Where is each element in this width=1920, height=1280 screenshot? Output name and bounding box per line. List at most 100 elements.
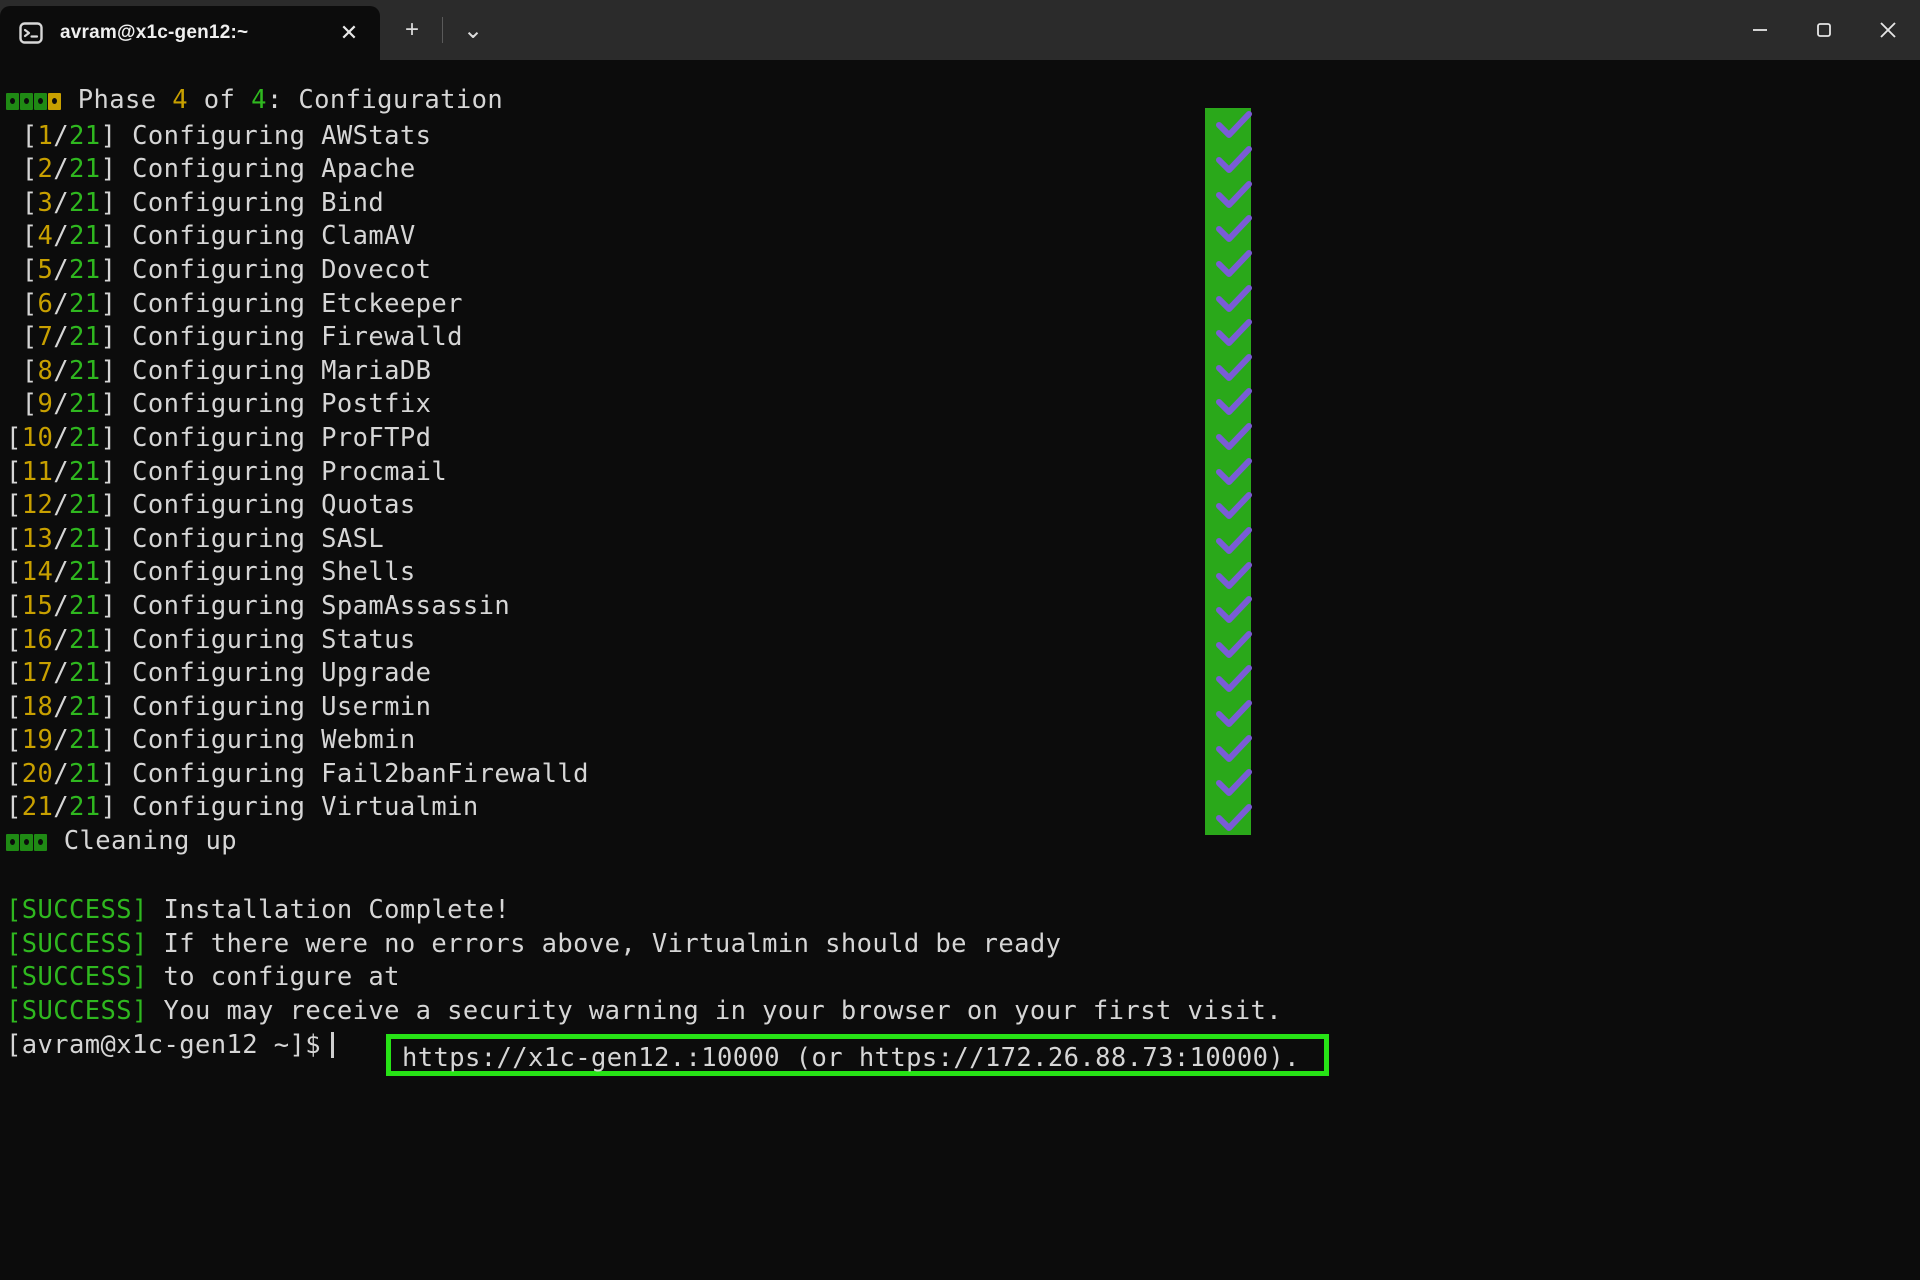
step-bracket-close: ]	[100, 187, 133, 218]
step-separator: /	[53, 187, 70, 218]
step-bracket-close: ]	[100, 355, 133, 386]
step-component-name: AWStats	[321, 120, 432, 151]
check-icon	[1215, 284, 1257, 315]
phase-total: 4	[251, 85, 267, 115]
configuration-step-row: [15/21] Configuring SpamAssassin	[6, 590, 1920, 624]
step-index: 9	[37, 389, 54, 420]
step-separator: /	[53, 221, 70, 252]
configuration-step-row: [19/21] Configuring Webmin	[6, 724, 1920, 758]
check-icon	[1215, 180, 1257, 211]
step-bracket-close: ]	[100, 658, 133, 689]
progress-block	[34, 834, 47, 852]
step-action-label: Configuring	[132, 288, 322, 319]
configuration-step-row: [16/21] Configuring Status	[6, 624, 1920, 658]
step-bracket-open: [	[6, 389, 38, 420]
terminal-tab[interactable]: avram@x1c-gen12:~ ✕	[0, 6, 380, 60]
step-bracket-close: ]	[100, 322, 133, 353]
tab-close-icon[interactable]: ✕	[332, 16, 366, 50]
window-titlebar: avram@x1c-gen12:~ ✕ + ⌄	[0, 0, 1920, 60]
step-total: 21	[69, 792, 101, 823]
check-icon	[1215, 803, 1257, 834]
step-bracket-open: [	[6, 490, 22, 521]
step-separator: /	[53, 154, 70, 185]
success-message-1: Installation Complete!	[163, 895, 511, 926]
step-bracket-close: ]	[100, 422, 133, 453]
step-bracket-close: ]	[100, 221, 133, 252]
step-action-label: Configuring	[132, 691, 322, 722]
step-action-label: Configuring	[132, 490, 322, 521]
new-tab-button[interactable]: +	[390, 8, 434, 52]
step-total: 21	[69, 389, 101, 420]
check-icon	[1215, 665, 1257, 695]
tabstrip-divider	[442, 17, 443, 43]
step-index: 18	[21, 691, 54, 722]
success-tag: [SUCCESS]	[6, 928, 148, 959]
step-component-name: MariaDB	[321, 355, 432, 386]
step-action-label: Configuring	[132, 254, 322, 285]
step-index: 16	[21, 624, 54, 655]
step-bracket-open: [	[6, 758, 22, 789]
check-icon	[1215, 319, 1257, 349]
progress-check-column	[1205, 108, 1252, 835]
step-total: 21	[69, 422, 101, 453]
progress-block	[6, 834, 19, 852]
step-action-label: Configuring	[132, 221, 322, 252]
step-total: 21	[69, 456, 101, 487]
progress-block	[20, 93, 33, 110]
step-index: 17	[21, 658, 54, 689]
step-bracket-close: ]	[100, 691, 133, 722]
step-component-name: Etckeeper	[321, 288, 463, 319]
step-bracket-close: ]	[100, 490, 133, 521]
step-component-name: Bind	[321, 187, 385, 218]
step-total: 21	[69, 187, 101, 218]
virtualmin-url[interactable]: https://x1c-gen12.:10000 (or https://172…	[402, 1042, 1300, 1076]
step-component-name: Usermin	[321, 691, 432, 722]
step-separator: /	[53, 658, 70, 689]
step-index: 2	[37, 154, 54, 185]
titlebar-spacer	[495, 0, 1728, 60]
tab-menu-chevron-down-icon[interactable]: ⌄	[451, 8, 495, 52]
step-separator: /	[53, 691, 70, 722]
window-controls	[1728, 0, 1920, 60]
step-bracket-open: [	[6, 120, 38, 151]
step-bracket-open: [	[6, 624, 22, 655]
step-separator: /	[53, 557, 70, 588]
configuration-step-row: [1/21] Configuring AWStats	[6, 120, 1920, 154]
step-bracket-open: [	[6, 187, 38, 218]
success-line-2: [SUCCESS] If there were no errors above,…	[6, 928, 1920, 962]
step-index: 1	[37, 120, 54, 151]
phase-current: 4	[172, 85, 189, 115]
terminal-output[interactable]: Phase 4 of 4: Configuration [1/21] Confi…	[0, 60, 1920, 1280]
step-component-name: Procmail	[321, 456, 448, 487]
progress-block	[48, 93, 61, 110]
phase-suffix: : Configuration	[266, 85, 504, 115]
minimize-button[interactable]	[1728, 0, 1792, 60]
step-separator: /	[53, 456, 70, 487]
configuration-step-row: [3/21] Configuring Bind	[6, 187, 1920, 221]
step-bracket-open: [	[6, 590, 22, 621]
success-message-3: to configure at	[163, 962, 400, 993]
maximize-button[interactable]	[1792, 0, 1856, 60]
configuration-step-row: [5/21] Configuring Dovecot	[6, 254, 1920, 288]
step-separator: /	[53, 624, 70, 655]
step-action-label: Configuring	[132, 658, 322, 689]
step-bracket-close: ]	[100, 624, 133, 655]
step-action-label: Configuring	[132, 154, 322, 185]
close-button[interactable]	[1856, 0, 1920, 60]
step-bracket-close: ]	[100, 120, 133, 151]
configuration-step-row: [7/21] Configuring Firewalld	[6, 321, 1920, 355]
step-total: 21	[69, 490, 101, 521]
step-action-label: Configuring	[132, 456, 322, 487]
step-bracket-open: [	[6, 691, 22, 722]
progress-block	[20, 834, 33, 852]
configuration-step-row: [8/21] Configuring MariaDB	[6, 355, 1920, 389]
step-total: 21	[69, 355, 101, 386]
tab-strip: avram@x1c-gen12:~ ✕ + ⌄	[0, 0, 495, 60]
check-icon	[1215, 388, 1257, 418]
step-component-name: Postfix	[321, 389, 432, 420]
step-separator: /	[53, 758, 70, 789]
step-separator: /	[53, 792, 70, 823]
check-icon	[1215, 353, 1257, 384]
step-separator: /	[53, 254, 70, 285]
step-total: 21	[69, 120, 101, 151]
